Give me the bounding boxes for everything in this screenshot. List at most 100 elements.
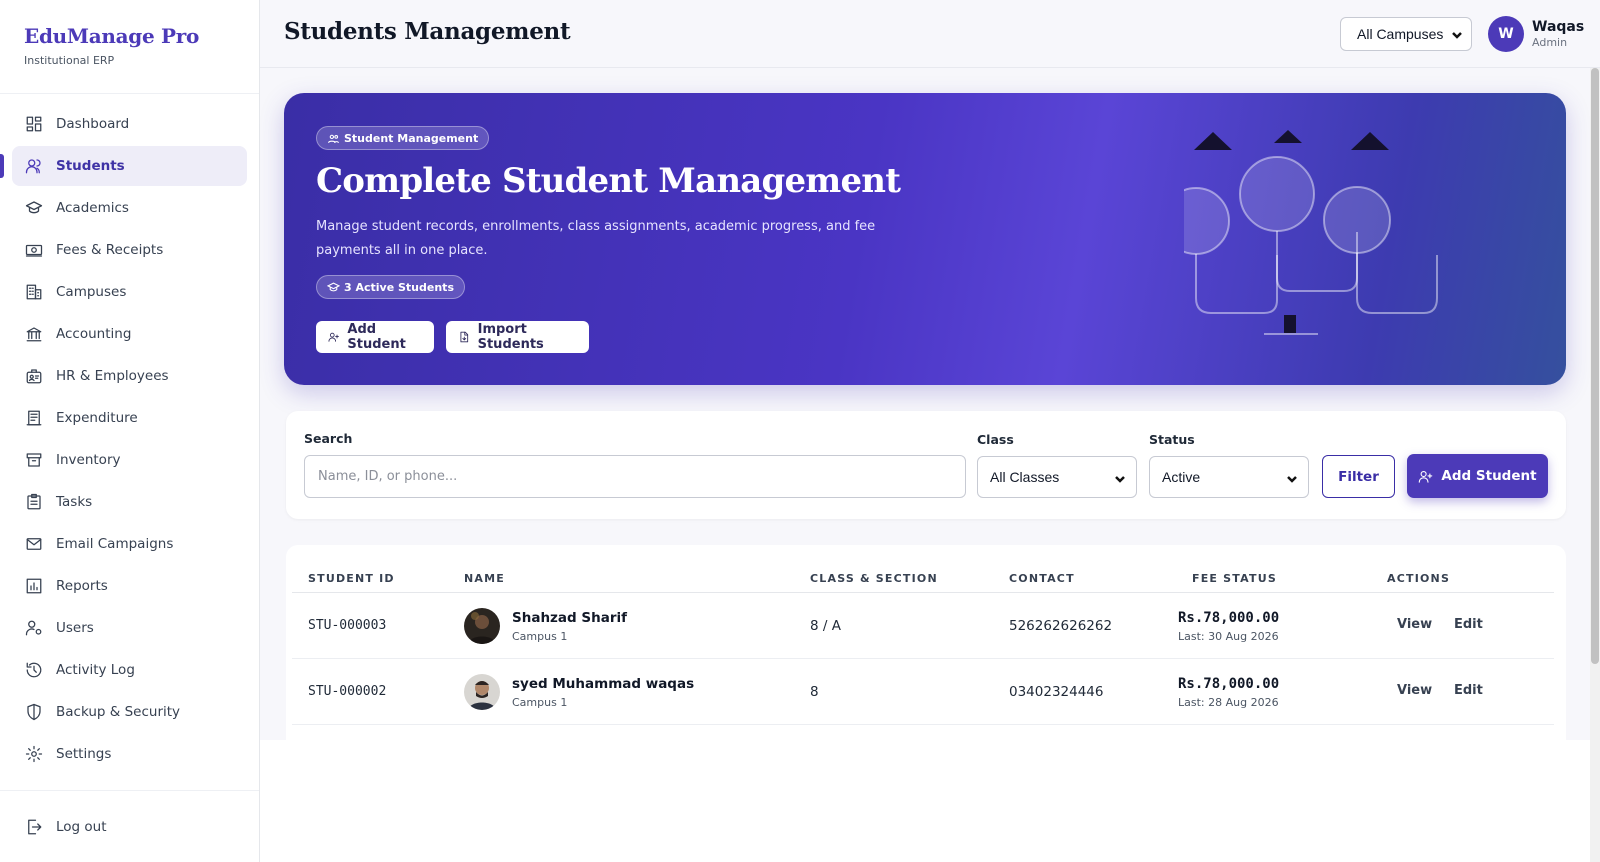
- sidebar-item-activity-log[interactable]: Activity Log: [12, 650, 247, 690]
- sidebar-item-label: Reports: [56, 578, 108, 594]
- sidebar-item-label: Users: [56, 620, 94, 636]
- file-import-icon: [460, 331, 469, 343]
- receipt-icon: [25, 409, 43, 427]
- import-students-button[interactable]: Import Students: [446, 321, 589, 353]
- brand-name[interactable]: EduManage Pro: [24, 24, 235, 48]
- user-plus-icon: [328, 332, 339, 342]
- class-select[interactable]: All Classes: [977, 456, 1137, 498]
- scrollbar-thumb[interactable]: [1591, 68, 1599, 664]
- column-header-actions: ACTIONS: [1387, 572, 1451, 585]
- student-id: STU-000003: [308, 618, 387, 633]
- user-gear-icon: [25, 619, 43, 637]
- search-input[interactable]: [304, 455, 966, 498]
- sidebar-item-users[interactable]: Users: [12, 608, 247, 648]
- sidebar-item-label: Settings: [56, 746, 112, 762]
- add-student-button[interactable]: Add Student: [1407, 454, 1548, 498]
- sidebar-item-fees[interactable]: Fees & Receipts: [12, 230, 247, 270]
- bar-chart-icon: [25, 577, 43, 595]
- student-campus: Campus 1: [512, 696, 568, 709]
- sidebar-item-expenditure[interactable]: Expenditure: [12, 398, 247, 438]
- user-plus-icon: [1419, 470, 1433, 483]
- class-select-value: All Classes: [990, 469, 1060, 485]
- brand-subtitle: Institutional ERP: [24, 54, 115, 67]
- class-section: 8 / A: [810, 618, 841, 634]
- column-header-contact: CONTACT: [1009, 572, 1075, 585]
- student-id: STU-000002: [308, 684, 387, 699]
- fee-last-payment: Last: 28 Aug 2026: [1178, 696, 1279, 709]
- sidebar-item-backup-security[interactable]: Backup & Security: [12, 692, 247, 732]
- sidebar-item-label: Inventory: [56, 452, 121, 468]
- sidebar-item-label: Fees & Receipts: [56, 242, 164, 258]
- table-row[interactable]: STU-000003 Shahzad Sharif Campus 1 8 / A…: [292, 593, 1554, 659]
- fee-amount: Rs.78,000.00: [1178, 676, 1280, 692]
- student-name[interactable]: syed Muhammad waqas: [512, 676, 694, 692]
- fee-last-payment: Last: 30 Aug 2026: [1178, 630, 1279, 643]
- view-button[interactable]: View: [1397, 617, 1432, 632]
- hero-add-student-button[interactable]: Add Student: [316, 321, 434, 353]
- column-header-class-section: CLASS & SECTION: [810, 572, 938, 585]
- gear-icon: [25, 745, 43, 763]
- logout-label: Log out: [56, 819, 107, 835]
- table-row[interactable]: STU-000002 syed Muhammad waqas Campus 1 …: [292, 659, 1554, 725]
- contact: 03402324446: [1009, 684, 1104, 700]
- sidebar-item-reports[interactable]: Reports: [12, 566, 247, 606]
- sidebar-item-hr[interactable]: HR & Employees: [12, 356, 247, 396]
- students-table: STUDENT ID NAME CLASS & SECTION CONTACT …: [286, 545, 1566, 745]
- sidebar-item-email-campaigns[interactable]: Email Campaigns: [12, 524, 247, 564]
- sidebar-item-label: HR & Employees: [56, 368, 169, 384]
- hero-add-student-label: Add Student: [347, 322, 406, 352]
- sidebar-item-students[interactable]: Students: [0, 146, 247, 186]
- logout-button[interactable]: Log out: [12, 807, 247, 847]
- user-role: Admin: [1532, 36, 1568, 49]
- status-label: Status: [1149, 432, 1195, 447]
- filter-button[interactable]: Filter: [1322, 455, 1395, 498]
- status-select-value: Active: [1162, 469, 1201, 485]
- sidebar-footer: Log out: [0, 790, 259, 849]
- page-title: Students Management: [284, 18, 571, 45]
- student-avatar: [464, 608, 500, 644]
- edit-button[interactable]: Edit: [1454, 683, 1483, 698]
- sidebar-item-label: Email Campaigns: [56, 536, 174, 552]
- hero-chip-label: Student Management: [344, 131, 479, 145]
- logout-icon: [25, 818, 43, 836]
- bank-icon: [25, 325, 43, 343]
- active-students-label: 3 Active Students: [344, 280, 454, 294]
- column-header-fee-status: FEE STATUS: [1192, 572, 1277, 585]
- view-button[interactable]: View: [1397, 683, 1432, 698]
- import-students-label: Import Students: [477, 322, 544, 352]
- sidebar-item-inventory[interactable]: Inventory: [12, 440, 247, 480]
- sidebar-item-campuses[interactable]: Campuses: [12, 272, 247, 312]
- campus-select[interactable]: All Campuses: [1340, 17, 1472, 51]
- class-label: Class: [977, 432, 1014, 447]
- student-name[interactable]: Shahzad Sharif: [512, 610, 627, 626]
- clipboard-icon: [25, 493, 43, 511]
- graduation-cap-icon: [25, 199, 43, 217]
- sidebar-item-label: Campuses: [56, 284, 127, 300]
- shield-icon: [25, 703, 43, 721]
- status-select[interactable]: Active: [1149, 456, 1309, 498]
- sidebar-item-dashboard[interactable]: Dashboard: [12, 104, 247, 144]
- grid-icon: [25, 115, 43, 133]
- add-student-label: Add Student: [1441, 468, 1537, 484]
- cash-icon: [25, 241, 43, 259]
- campus-select-value: All Campuses: [1357, 26, 1444, 42]
- chevron-down-icon: [1114, 472, 1126, 484]
- user-name: Waqas: [1532, 19, 1585, 35]
- student-avatar: [464, 674, 500, 710]
- sidebar: EduManage Pro Institutional ERP Dashboar…: [0, 0, 260, 862]
- id-badge-icon: [25, 367, 43, 385]
- scrollbar[interactable]: [1590, 68, 1600, 862]
- sidebar-item-label: Backup & Security: [56, 704, 181, 720]
- student-campus: Campus 1: [512, 630, 568, 643]
- graduation-cap-icon: [327, 282, 340, 291]
- sidebar-item-accounting[interactable]: Accounting: [12, 314, 247, 354]
- sidebar-item-label: Students: [56, 158, 125, 174]
- sidebar-item-label: Expenditure: [56, 410, 138, 426]
- sidebar-item-settings[interactable]: Settings: [12, 734, 247, 774]
- sidebar-item-academics[interactable]: Academics: [12, 188, 247, 228]
- archive-icon: [25, 451, 43, 469]
- user-menu[interactable]: W Waqas Admin: [1488, 16, 1584, 52]
- edit-button[interactable]: Edit: [1454, 617, 1483, 632]
- sidebar-item-tasks[interactable]: Tasks: [12, 482, 247, 522]
- page-background: [260, 740, 1590, 862]
